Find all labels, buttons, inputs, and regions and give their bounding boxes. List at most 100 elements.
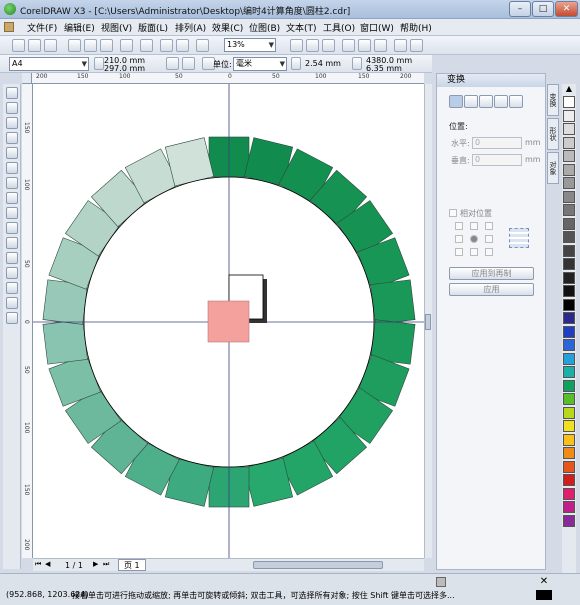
copy-icon[interactable] <box>84 39 97 52</box>
apply-button[interactable]: 应用 <box>449 283 534 296</box>
no-fill-icon[interactable]: ✕ <box>536 576 552 588</box>
anchor-center[interactable] <box>470 235 478 243</box>
maximize-button[interactable]: □ <box>532 1 554 17</box>
text-tool-options-icon[interactable] <box>290 39 303 52</box>
snap-icon[interactable] <box>322 39 335 52</box>
palette-swatch[interactable] <box>563 325 575 338</box>
drawing-canvas[interactable] <box>33 84 424 558</box>
menu-edit[interactable]: 编辑(E) <box>64 21 95 34</box>
open-icon[interactable] <box>28 39 41 52</box>
break-apart-icon[interactable] <box>410 39 423 52</box>
options-icon[interactable] <box>306 39 319 52</box>
ring-square[interactable] <box>42 319 88 365</box>
fill-tool-icon[interactable] <box>6 297 18 309</box>
ellipse-tool-icon[interactable] <box>6 192 18 204</box>
palette-swatch[interactable] <box>563 190 575 203</box>
docker-tab-object[interactable]: 对象 <box>547 152 559 184</box>
vertical-scroll-thumb[interactable] <box>425 314 431 330</box>
page-tab[interactable]: 页 1 <box>118 559 146 571</box>
palette-swatch[interactable] <box>563 298 575 311</box>
palette-swatch[interactable] <box>563 474 575 486</box>
palette-swatch[interactable] <box>563 136 575 149</box>
scale-mode-icon[interactable] <box>479 95 493 108</box>
outline-tool-icon[interactable] <box>6 282 18 294</box>
palette-swatch[interactable] <box>563 204 575 216</box>
anchor-ml[interactable] <box>455 235 463 243</box>
palette-swatch[interactable] <box>563 460 575 473</box>
menu-window[interactable]: 窗口(W) <box>360 21 394 34</box>
portrait-icon[interactable] <box>166 57 179 70</box>
ungroup-icon[interactable] <box>374 39 387 52</box>
menu-view[interactable]: 视图(V) <box>101 21 132 34</box>
menu-layout[interactable]: 版面(L) <box>138 21 168 34</box>
anchor-br[interactable] <box>485 248 493 256</box>
save-icon[interactable] <box>44 39 57 52</box>
anchor-bl[interactable] <box>455 248 463 256</box>
ring-square[interactable] <box>370 279 416 325</box>
cut-icon[interactable] <box>68 39 81 52</box>
anchor-mr[interactable] <box>485 235 493 243</box>
anchor-bc[interactable] <box>470 248 478 256</box>
pick-tool-icon[interactable] <box>6 87 18 99</box>
landscape-icon[interactable] <box>182 57 195 70</box>
center-pink-square[interactable] <box>207 300 250 343</box>
vertical-ruler[interactable]: 150 100 50 0 50 100 150 200 <box>22 84 33 558</box>
palette-swatch[interactable] <box>563 393 575 405</box>
horizontal-input[interactable]: 0 <box>472 137 522 149</box>
nudge-field[interactable]: 2.54 mm <box>305 59 341 68</box>
interactive-fill-tool-icon[interactable] <box>6 312 18 324</box>
menu-file[interactable]: 文件(F) <box>27 21 57 34</box>
group-icon[interactable] <box>358 39 371 52</box>
anchor-tc[interactable] <box>470 222 478 230</box>
palette-swatch[interactable] <box>563 217 575 230</box>
first-page-icon[interactable]: ⏮ <box>35 560 41 569</box>
text-tool-icon[interactable] <box>6 237 18 249</box>
palette-swatch[interactable] <box>563 285 575 297</box>
paper-size-combo[interactable]: A4 ▼ <box>9 57 89 71</box>
palette-swatch[interactable] <box>563 109 575 122</box>
document-icon[interactable] <box>4 22 14 32</box>
combine-icon[interactable] <box>394 39 407 52</box>
palette-swatch[interactable] <box>563 163 575 176</box>
anchor-tr[interactable] <box>485 222 493 230</box>
menu-bitmaps[interactable]: 位图(B) <box>249 21 280 34</box>
palette-swatch[interactable] <box>563 379 575 392</box>
palette-swatch[interactable] <box>563 447 575 459</box>
position-mode-icon[interactable] <box>449 95 463 108</box>
palette-swatch[interactable] <box>563 501 575 513</box>
menu-help[interactable]: 帮助(H) <box>400 21 432 34</box>
crop-tool-icon[interactable] <box>6 117 18 129</box>
palette-swatch[interactable] <box>563 352 575 365</box>
palette-swatch[interactable] <box>563 258 575 270</box>
palette-swatch[interactable] <box>563 123 575 135</box>
interactive-blend-tool-icon[interactable] <box>6 252 18 264</box>
horizontal-scroll-thumb[interactable] <box>253 561 383 569</box>
minimize-button[interactable]: – <box>509 1 531 17</box>
ruler-corner[interactable] <box>22 73 32 84</box>
palette-swatch[interactable] <box>563 406 575 419</box>
palette-swatch[interactable] <box>563 96 575 108</box>
anchor-tl[interactable] <box>455 222 463 230</box>
prev-page-icon[interactable]: ◀ <box>45 560 50 568</box>
rotate-mode-icon[interactable] <box>464 95 478 108</box>
next-page-icon[interactable]: ▶ <box>93 560 98 568</box>
launcher-icon[interactable] <box>196 39 209 52</box>
palette-swatch[interactable] <box>563 420 575 432</box>
palette-scroll-up-icon[interactable]: ▲ <box>563 84 575 94</box>
palette-swatch[interactable] <box>563 177 575 189</box>
menu-arrange[interactable]: 排列(A) <box>175 21 206 34</box>
zoom-level-combo[interactable]: 13% ▼ <box>224 38 276 52</box>
size-mode-icon[interactable] <box>494 95 508 108</box>
palette-swatch[interactable] <box>563 312 575 324</box>
paste-icon[interactable] <box>100 39 113 52</box>
horizontal-ruler[interactable]: 200 150 100 50 0 50 100 150 200 <box>32 73 424 84</box>
eyedropper-tool-icon[interactable] <box>6 267 18 279</box>
palette-swatch[interactable] <box>563 271 575 284</box>
close-button[interactable]: ✕ <box>555 1 578 17</box>
palette-swatch[interactable] <box>563 487 575 500</box>
duplicate-y-field[interactable]: 6.35 mm <box>366 64 402 73</box>
last-page-icon[interactable]: ⏭ <box>103 560 109 569</box>
palette-swatch[interactable] <box>563 514 575 527</box>
rectangle-tool-icon[interactable] <box>6 177 18 189</box>
import-icon[interactable] <box>160 39 173 52</box>
